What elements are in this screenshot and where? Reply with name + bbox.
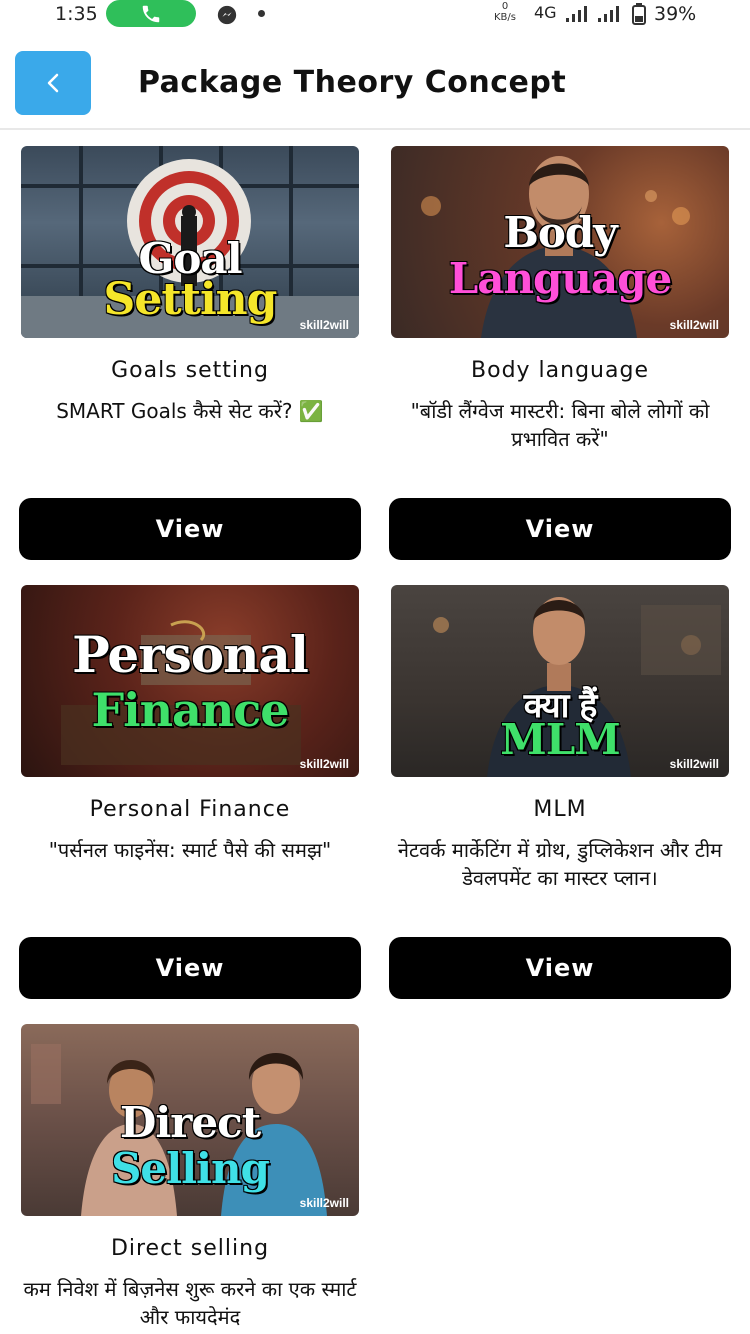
card-goals-setting: Goal Setting skill2will Goals setting SM…	[19, 146, 361, 425]
card-description: SMART Goals कैसे सेट करें? ✅	[56, 399, 324, 423]
card-description: नेटवर्क मार्केटिंग में ग्रोथ, डुप्लिकेशन…	[397, 838, 723, 890]
view-button-mlm[interactable]: View	[389, 937, 731, 999]
view-button-personal-finance[interactable]: View	[19, 937, 361, 999]
battery-percent: 39%	[654, 3, 697, 25]
back-button[interactable]	[15, 51, 91, 115]
thumb-title-line1: Body	[503, 208, 617, 257]
ongoing-call-pill[interactable]	[106, 0, 196, 27]
card-description: कम निवेश में बिज़नेस शुरू करने का एक स्म…	[23, 1277, 357, 1329]
card-thumbnail[interactable]: Personal Finance skill2will	[21, 585, 359, 777]
network-speed-unit: KB/s	[494, 12, 516, 23]
card-direct-selling: Direct Selling skill2will Direct selling…	[19, 1024, 361, 1331]
thumb-title-line1: Personal	[72, 625, 309, 684]
network-speed-value: 0	[501, 1, 509, 12]
view-button-body-language[interactable]: View	[389, 498, 731, 560]
network-speed: 0 KB/s	[494, 1, 516, 23]
messenger-icon	[217, 5, 237, 25]
card-title: Goals setting	[111, 358, 269, 383]
card-description: "पर्सनल फाइनेंस: स्मार्ट पैसे की समझ"	[48, 838, 332, 862]
thumb-title-line2: Language	[448, 254, 673, 303]
brand-watermark: skill2will	[669, 318, 719, 332]
card-thumbnail[interactable]: क्या हैं MLM skill2will	[391, 585, 729, 777]
card-body-language: Body Language skill2will Body language "…	[389, 146, 731, 453]
card-mlm: क्या हैं MLM skill2will MLM नेटवर्क मार्…	[389, 585, 731, 892]
brand-watermark: skill2will	[299, 318, 349, 332]
chevron-left-icon	[47, 73, 59, 93]
card-title: Personal Finance	[89, 797, 291, 822]
card-thumbnail[interactable]: Goal Setting skill2will	[21, 146, 359, 338]
notification-dot	[258, 10, 265, 17]
app-header: Package Theory Concept	[0, 32, 750, 130]
battery-icon	[632, 3, 646, 25]
thumb-title-line2: Finance	[91, 683, 289, 737]
thumb-title-line1: Direct	[119, 1098, 261, 1147]
page-title: Package Theory Concept	[138, 65, 567, 100]
status-bar: 1:35 0 KB/s 4G 39%	[0, 0, 750, 30]
status-time: 1:35	[55, 3, 98, 25]
view-button-goals-setting[interactable]: View	[19, 498, 361, 560]
card-title: Direct selling	[110, 1236, 270, 1261]
brand-watermark: skill2will	[669, 757, 719, 771]
signal-icon	[566, 6, 587, 22]
card-title: MLM	[533, 797, 587, 822]
signal-icon-sim2	[598, 6, 619, 22]
card-description: "बॉडी लैंग्वेज मास्टरी: बिना बोले लोगों …	[410, 399, 710, 451]
card-thumbnail[interactable]: Direct Selling skill2will	[21, 1024, 359, 1216]
thumb-title-line2: Selling	[111, 1144, 270, 1193]
brand-watermark: skill2will	[299, 1196, 349, 1210]
brand-watermark: skill2will	[299, 757, 349, 771]
card-personal-finance: Personal Finance skill2will Personal Fin…	[19, 585, 361, 864]
card-thumbnail[interactable]: Body Language skill2will	[391, 146, 729, 338]
phone-icon	[142, 5, 160, 22]
card-title: Body language	[471, 358, 649, 383]
network-type: 4G	[534, 3, 557, 22]
